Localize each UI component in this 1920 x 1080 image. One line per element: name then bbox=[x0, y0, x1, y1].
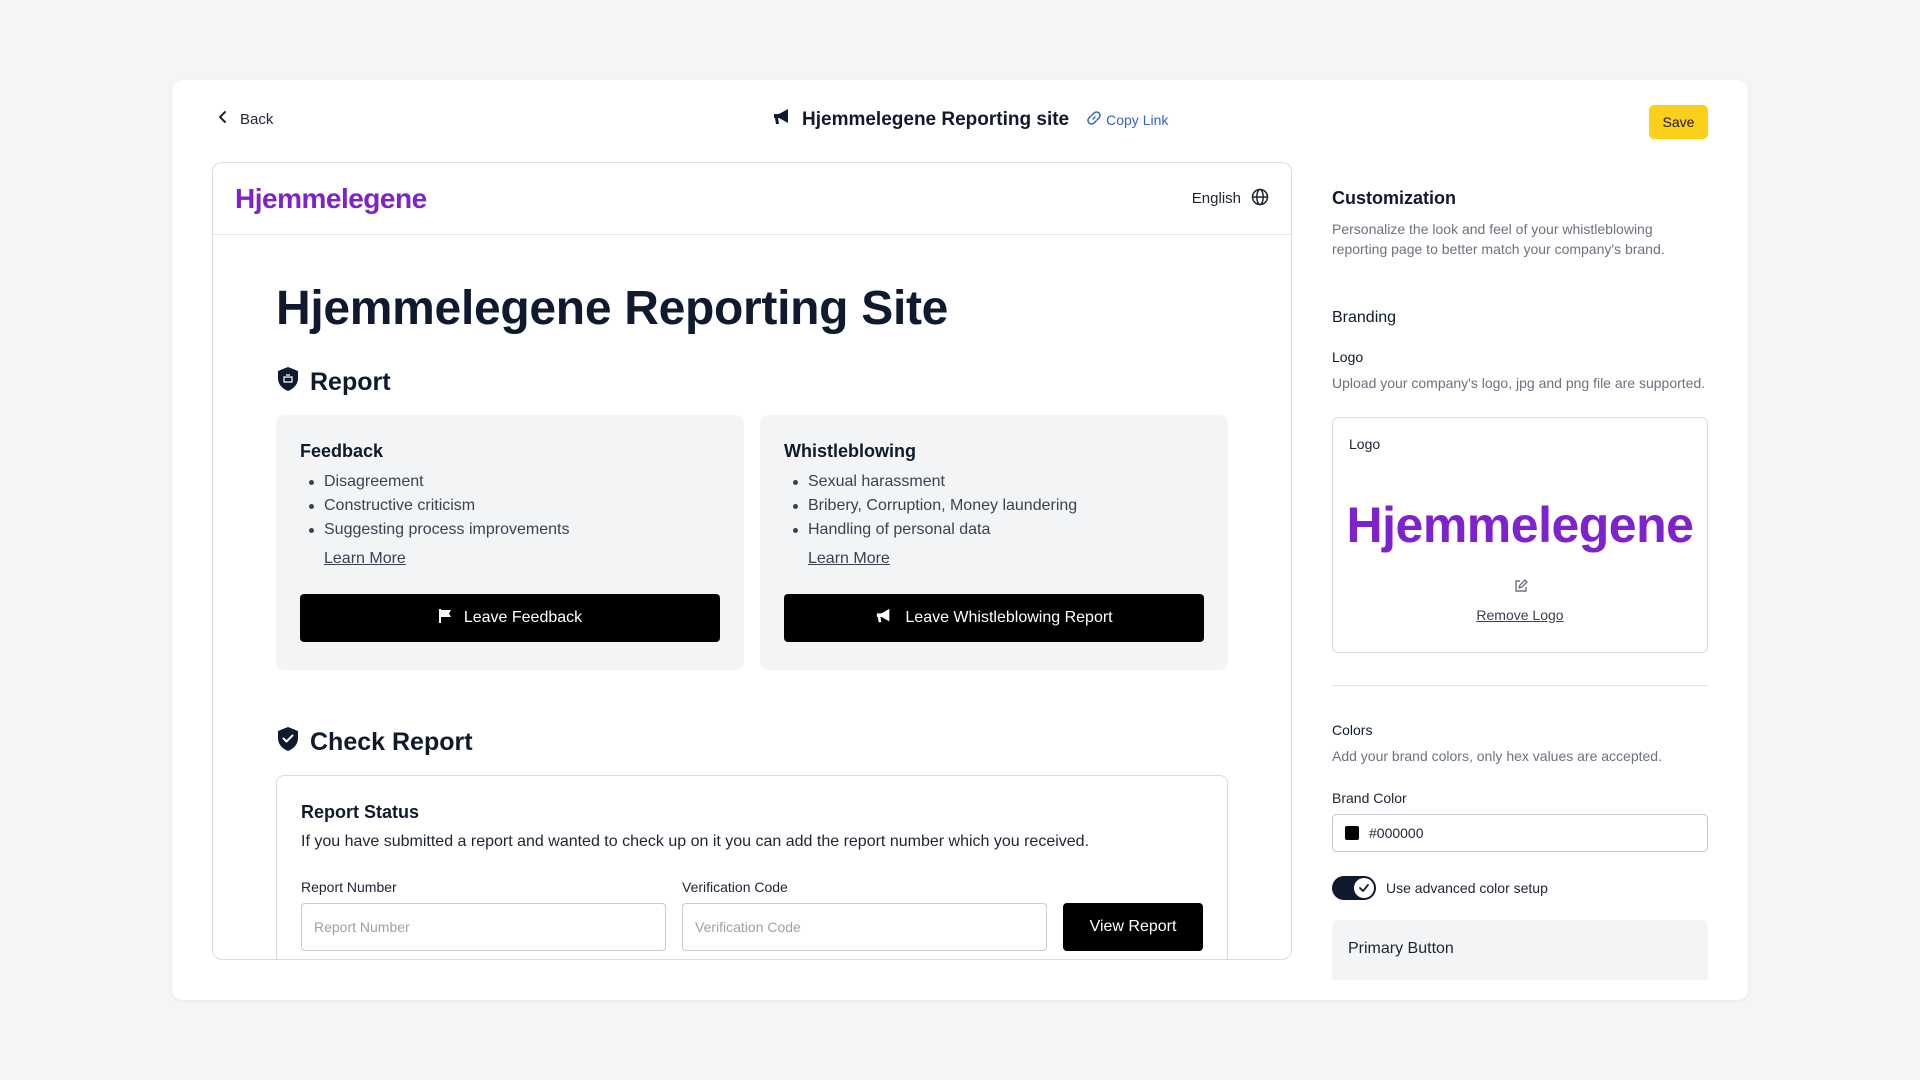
copy-link-button[interactable]: Copy Link bbox=[1087, 111, 1168, 128]
language-selector[interactable]: English bbox=[1192, 188, 1269, 210]
colors-hint: Add your brand colors, only hex values a… bbox=[1332, 748, 1662, 764]
report-status-description: If you have submitted a report and wante… bbox=[301, 833, 1090, 850]
list-item: Suggesting process improvements bbox=[300, 518, 720, 542]
link-icon bbox=[1087, 111, 1101, 128]
divider bbox=[1332, 685, 1708, 686]
back-label: Back bbox=[240, 110, 274, 128]
check-report-section-title: Check Report bbox=[276, 726, 1228, 759]
report-status-form: Report Number Verification Code View Rep… bbox=[301, 879, 1203, 951]
whistleblowing-list: Sexual harassment Bribery, Corruption, M… bbox=[784, 470, 1204, 542]
brand-color-value: #000000 bbox=[1369, 825, 1424, 841]
feedback-card: Feedback Disagreement Constructive criti… bbox=[276, 415, 744, 670]
logo-upload-box[interactable]: Logo Hjemmelegene Remove Logo bbox=[1332, 417, 1708, 653]
preview-heading: Hjemmelegene Reporting Site bbox=[276, 282, 949, 335]
feedback-card-title: Feedback bbox=[300, 441, 384, 461]
leave-feedback-button[interactable]: Leave Feedback bbox=[300, 594, 720, 642]
colors-label: Colors bbox=[1332, 722, 1373, 738]
top-bar: Back Hjemmelegene Reporting site Copy Li… bbox=[172, 80, 1748, 162]
primary-button-section[interactable]: Primary Button bbox=[1332, 920, 1708, 980]
logo-hint: Upload your company's logo, jpg and png … bbox=[1332, 375, 1706, 391]
list-item: Disagreement bbox=[300, 470, 720, 494]
leave-whistleblowing-label: Leave Whistleblowing Report bbox=[905, 609, 1113, 626]
advanced-color-label: Use advanced color setup bbox=[1386, 880, 1548, 896]
report-status-box: Report Status If you have submitted a re… bbox=[276, 775, 1228, 959]
language-label: English bbox=[1191, 190, 1241, 207]
chevron-left-icon bbox=[216, 110, 230, 128]
back-button[interactable]: Back bbox=[216, 110, 273, 128]
list-item: Constructive criticism bbox=[300, 494, 720, 518]
report-number-input[interactable] bbox=[301, 903, 666, 951]
megaphone-icon bbox=[772, 108, 792, 131]
preview-body: Hjemmelegene Reporting Site Report Feedb… bbox=[213, 281, 1291, 959]
verification-code-group: Verification Code bbox=[682, 879, 1047, 951]
main-card: Back Hjemmelegene Reporting site Copy Li… bbox=[172, 80, 1748, 1000]
list-item: Bribery, Corruption, Money laundering bbox=[784, 494, 1204, 518]
save-button[interactable]: Save bbox=[1649, 105, 1708, 139]
report-section-title: Report bbox=[276, 366, 1228, 399]
feedback-list: Disagreement Constructive criticism Sugg… bbox=[300, 470, 720, 542]
report-number-group: Report Number bbox=[301, 879, 666, 951]
leave-feedback-label: Leave Feedback bbox=[463, 609, 583, 626]
uploaded-logo: Hjemmelegene bbox=[1346, 497, 1694, 553]
shield-check-icon bbox=[276, 726, 300, 759]
brand-color-label: Brand Color bbox=[1332, 790, 1407, 806]
feedback-learn-more-link[interactable]: Learn More bbox=[324, 550, 720, 568]
page-title-group: Hjemmelegene Reporting site Copy Link bbox=[772, 108, 1168, 131]
check-report-label: Check Report bbox=[310, 728, 473, 756]
preview-logo: Hjemmelegene bbox=[235, 182, 427, 214]
verification-code-input[interactable] bbox=[682, 903, 1047, 951]
branding-title: Branding bbox=[1332, 309, 1397, 326]
advanced-color-toggle[interactable] bbox=[1332, 876, 1376, 900]
globe-icon bbox=[1251, 188, 1269, 210]
logo-box-label: Logo bbox=[1349, 436, 1381, 452]
flag-icon bbox=[438, 608, 452, 629]
advanced-color-row: Use advanced color setup bbox=[1332, 876, 1708, 900]
whistleblowing-card-title: Whistleblowing bbox=[784, 441, 916, 461]
brand-color-input[interactable]: #000000 bbox=[1332, 814, 1708, 852]
customization-panel: Customization Personalize the look and f… bbox=[1332, 162, 1708, 980]
toggle-knob bbox=[1354, 878, 1374, 898]
report-status-title: Report Status bbox=[301, 802, 420, 822]
leave-whistleblowing-button[interactable]: Leave Whistleblowing Report bbox=[784, 594, 1204, 642]
check-icon bbox=[1359, 884, 1369, 892]
site-preview: Hjemmelegene English Hjemmelegene Report… bbox=[212, 162, 1292, 960]
verification-code-label: Verification Code bbox=[682, 879, 788, 895]
list-item: Handling of personal data bbox=[784, 518, 1204, 542]
preview-header: Hjemmelegene English bbox=[213, 163, 1291, 235]
remove-logo-link[interactable]: Remove Logo bbox=[1333, 607, 1707, 623]
list-item: Sexual harassment bbox=[784, 470, 1204, 494]
edit-icon[interactable] bbox=[1513, 578, 1529, 599]
whistleblowing-learn-more-link[interactable]: Learn More bbox=[808, 550, 1204, 568]
customization-title: Customization bbox=[1332, 188, 1456, 208]
whistleblowing-card: Whistleblowing Sexual harassment Bribery… bbox=[760, 415, 1228, 670]
shield-icon bbox=[276, 366, 300, 399]
customization-description: Personalize the look and feel of your wh… bbox=[1332, 221, 1665, 257]
logo-label: Logo bbox=[1332, 349, 1364, 365]
report-number-label: Report Number bbox=[301, 879, 397, 895]
report-cards: Feedback Disagreement Constructive criti… bbox=[276, 415, 1228, 670]
megaphone-icon bbox=[875, 608, 893, 629]
color-swatch[interactable] bbox=[1345, 826, 1359, 840]
page-title: Hjemmelegene Reporting site bbox=[802, 108, 1070, 130]
copy-link-label: Copy Link bbox=[1106, 111, 1169, 128]
view-report-button[interactable]: View Report bbox=[1063, 903, 1203, 951]
report-section-label: Report bbox=[310, 368, 391, 396]
